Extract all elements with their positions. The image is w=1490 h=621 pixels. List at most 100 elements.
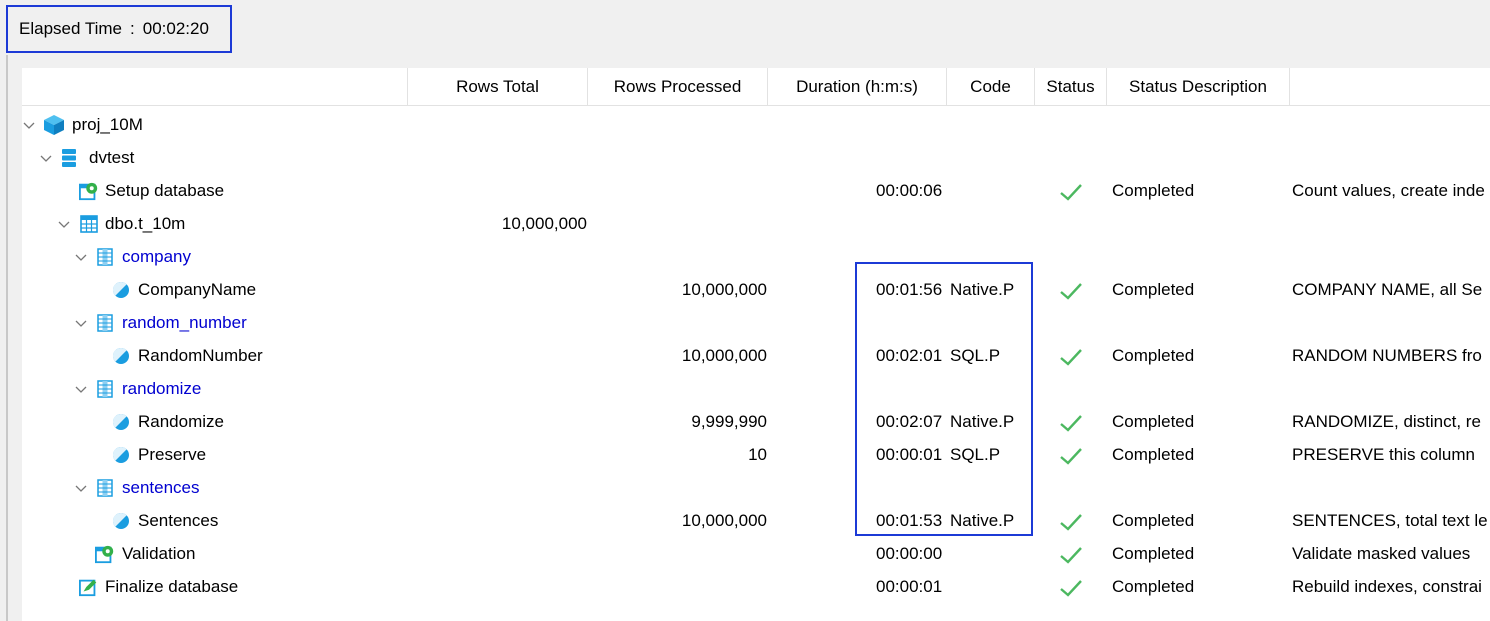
rows-processed-cell: 10,000,000 bbox=[681, 346, 767, 365]
duration-cell: 00:01:53 bbox=[876, 511, 943, 530]
row-name: Setup database bbox=[105, 181, 225, 200]
status-check-icon bbox=[1059, 537, 1083, 570]
header-status-description[interactable]: Status Description bbox=[1107, 68, 1290, 105]
expand-chevron-icon[interactable] bbox=[74, 240, 88, 273]
duration-cell: 00:00:00 bbox=[876, 544, 943, 563]
project-cube-icon bbox=[42, 108, 66, 141]
status-check-icon bbox=[1059, 174, 1083, 207]
code-cell: SQL.P bbox=[950, 445, 1001, 464]
tree-row-group[interactable]: sentences bbox=[22, 471, 1490, 504]
status-description-cell: RANDOM NUMBERS fro bbox=[1292, 346, 1482, 365]
tree-row-table[interactable]: dbo.t_10m 10,000,000 bbox=[22, 207, 1490, 240]
row-name: dvtest bbox=[89, 148, 135, 167]
rows-total-cell: 10,000,000 bbox=[501, 214, 587, 233]
rows-processed-cell: 10,000,000 bbox=[681, 511, 767, 530]
duration-cell: 00:00:01 bbox=[876, 577, 943, 596]
row-name: Finalize database bbox=[105, 577, 239, 596]
status-cell: Completed bbox=[1112, 280, 1195, 299]
column-group-icon bbox=[95, 240, 115, 273]
column-group-icon bbox=[95, 471, 115, 504]
elapsed-time-box: Elapsed Time : 00:02:20 bbox=[6, 5, 232, 53]
tree-row-column[interactable]: RandomNumber 10,000,000 00:02:01 SQL.P RANDO… bbox=[22, 339, 1490, 372]
status-description-cell: Count values, create inde bbox=[1292, 181, 1485, 200]
mask-column-icon bbox=[111, 339, 131, 372]
duration-cell: 00:02:01 bbox=[876, 346, 943, 365]
database-icon bbox=[59, 141, 79, 174]
header-name-column[interactable] bbox=[22, 68, 408, 105]
header-code[interactable]: Code bbox=[947, 68, 1035, 105]
row-name: RandomNumber bbox=[138, 346, 263, 365]
tree-row-column[interactable]: Sentences 10,000,000 00:01:53 Native.P SENTE… bbox=[22, 504, 1490, 537]
tree-row-column[interactable]: Randomize 9,999,990 00:02:07 Native.P RANDOM… bbox=[22, 405, 1490, 438]
setup-gear-icon bbox=[79, 174, 99, 207]
status-description-cell: Rebuild indexes, constrai bbox=[1292, 577, 1482, 596]
table-icon bbox=[79, 207, 99, 240]
expand-chevron-icon[interactable] bbox=[22, 108, 36, 141]
row-name: Randomize bbox=[138, 412, 224, 431]
status-cell: Completed bbox=[1112, 511, 1195, 530]
tree-row-task[interactable]: Setup database 00:00:06 Count values, crea… bbox=[22, 174, 1490, 207]
rows-processed-cell: 10 bbox=[748, 445, 767, 464]
tree-row-column[interactable]: Preserve 10 00:00:01 SQL.P PRESERVE this col… bbox=[22, 438, 1490, 471]
expand-chevron-icon[interactable] bbox=[57, 207, 71, 240]
status-description-cell: RANDOMIZE, distinct, re bbox=[1292, 412, 1481, 431]
mask-column-icon bbox=[111, 405, 131, 438]
duration-cell: 00:01:56 bbox=[876, 280, 943, 299]
code-cell: Native.P bbox=[950, 412, 1015, 431]
status-description-cell: PRESERVE this column bbox=[1292, 445, 1475, 464]
header-rows-processed[interactable]: Rows Processed bbox=[588, 68, 768, 105]
expand-chevron-icon[interactable] bbox=[74, 372, 88, 405]
tree-row-task[interactable]: Finalize database 00:00:01 Rebuild indexes… bbox=[22, 570, 1490, 603]
duration-cell: 00:00:06 bbox=[876, 181, 943, 200]
status-cell: Completed bbox=[1112, 577, 1195, 596]
status-description-cell: COMPANY NAME, all Se bbox=[1292, 280, 1483, 299]
row-name: Preserve bbox=[138, 445, 207, 464]
header-rows-total[interactable]: Rows Total bbox=[408, 68, 588, 105]
column-group-icon bbox=[95, 306, 115, 339]
code-cell: Native.P bbox=[950, 511, 1015, 530]
grid-header: Rows Total Rows Processed Duration (h:m:… bbox=[22, 68, 1490, 106]
row-name: sentences bbox=[122, 478, 200, 497]
rows-processed-cell: 9,999,990 bbox=[691, 412, 767, 431]
expand-chevron-icon[interactable] bbox=[74, 471, 88, 504]
status-check-icon bbox=[1059, 504, 1083, 537]
column-group-icon bbox=[95, 372, 115, 405]
expand-chevron-icon[interactable] bbox=[39, 141, 53, 174]
elapsed-time-separator: : bbox=[130, 19, 135, 38]
code-cell: Native.P bbox=[950, 280, 1015, 299]
duration-cell: 00:02:07 bbox=[876, 412, 943, 431]
mask-column-icon bbox=[111, 273, 131, 306]
row-name: random_number bbox=[122, 313, 247, 332]
tree-row-group[interactable]: randomize bbox=[22, 372, 1490, 405]
status-check-icon bbox=[1059, 273, 1083, 306]
expand-chevron-icon[interactable] bbox=[74, 306, 88, 339]
tree-row-group[interactable]: random_number bbox=[22, 306, 1490, 339]
left-divider bbox=[6, 55, 8, 621]
rows-processed-cell: 10,000,000 bbox=[681, 280, 767, 299]
duration-cell: 00:00:01 bbox=[876, 445, 943, 464]
elapsed-time-value: 00:02:20 bbox=[142, 19, 209, 38]
validation-gear-icon bbox=[95, 537, 115, 570]
status-cell: Completed bbox=[1112, 544, 1195, 563]
results-tree-grid: Rows Total Rows Processed Duration (h:m:… bbox=[22, 68, 1490, 621]
row-name: Sentences bbox=[138, 511, 219, 530]
status-check-icon bbox=[1059, 405, 1083, 438]
row-name: CompanyName bbox=[138, 280, 257, 299]
mask-column-icon bbox=[111, 438, 131, 471]
tree-row-project[interactable]: proj_10M bbox=[22, 108, 1490, 141]
status-cell: Completed bbox=[1112, 346, 1195, 365]
header-status[interactable]: Status bbox=[1035, 68, 1107, 105]
tree-row-database[interactable]: dvtest bbox=[22, 141, 1490, 174]
tree-row-task[interactable]: Validation 00:00:00 Validate masked values… bbox=[22, 537, 1490, 570]
status-cell: Completed bbox=[1112, 181, 1195, 200]
elapsed-time-label: Elapsed Time bbox=[19, 19, 122, 38]
tree-row-group[interactable]: company bbox=[22, 240, 1490, 273]
status-cell: Completed bbox=[1112, 445, 1195, 464]
tree-row-column[interactable]: CompanyName 10,000,000 00:01:56 Native.P COM… bbox=[22, 273, 1490, 306]
finalize-edit-icon bbox=[79, 570, 99, 603]
status-description-cell: Validate masked values bbox=[1292, 544, 1471, 563]
status-check-icon bbox=[1059, 339, 1083, 372]
header-duration[interactable]: Duration (h:m:s) bbox=[768, 68, 947, 105]
row-name: Validation bbox=[122, 544, 196, 563]
status-description-cell: SENTENCES, total text le bbox=[1292, 511, 1488, 530]
